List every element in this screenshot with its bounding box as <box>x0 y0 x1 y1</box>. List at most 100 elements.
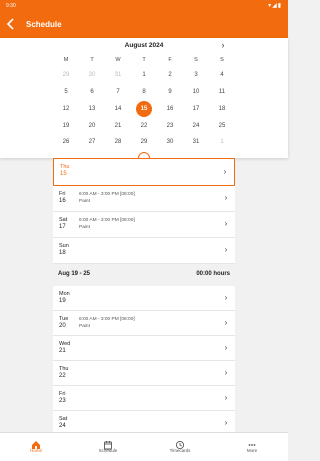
nav-item-label: Timecards <box>169 448 191 453</box>
weekday-header: T <box>90 57 94 63</box>
day-row[interactable]: Thu 22 › <box>53 361 235 386</box>
bottom-navigation: Home Schedule Timecards More <box>0 432 288 461</box>
day-row[interactable]: Fri 23 › <box>53 386 235 411</box>
calendar-day[interactable]: 27 <box>84 134 100 150</box>
week-header: Aug 19 - 25 00:00 hours <box>53 266 235 282</box>
day-number: 22 <box>59 373 66 379</box>
calendar-day[interactable]: 2 <box>162 67 178 83</box>
day-row[interactable]: Fri 16 6:00 AM - 3:00 PM [08:00] Paint › <box>53 186 235 212</box>
calendar-day[interactable]: 1 <box>214 134 230 150</box>
day-row[interactable]: Tue 20 6:00 AM - 3:00 PM [08:00] Paint › <box>53 311 235 336</box>
calendar-day[interactable]: 30 <box>162 134 178 150</box>
day-name: Sat <box>59 217 68 223</box>
clock-icon <box>175 437 185 450</box>
calendar-icon <box>103 437 113 450</box>
calendar-day-selected[interactable]: 15 <box>136 101 152 117</box>
calendar-day[interactable]: 12 <box>58 101 74 117</box>
day-row[interactable]: Sat 17 6:00 AM - 3:00 PM [08:00] Paint › <box>53 212 235 238</box>
day-name: Sat <box>59 416 68 422</box>
chevron-right-icon: › <box>224 245 228 254</box>
nav-item-label: Schedule <box>98 448 118 453</box>
chevron-right-icon: › <box>224 193 228 202</box>
month-calendar: August 2024 › M T W T F S S 29 30 31 1 2 3 4 5 6 7 8 9 10 11… <box>0 38 288 158</box>
shift-time: 6:00 AM - 3:00 PM [08:00] <box>79 317 135 322</box>
chevron-right-icon: › <box>224 342 228 352</box>
weekday-header: S <box>194 57 198 63</box>
day-name: Wed <box>59 341 71 347</box>
shift-task: Paint <box>79 199 90 204</box>
day-name: Sun <box>59 243 69 249</box>
day-number: 24 <box>59 423 66 429</box>
day-row-today[interactable]: Thu 15 › <box>53 158 235 186</box>
calendar-day[interactable]: 24 <box>188 118 204 134</box>
calendar-day[interactable]: 29 <box>136 134 152 150</box>
calendar-day[interactable]: 31 <box>110 67 126 83</box>
shift-time: 6:00 AM - 3:00 PM [08:00] <box>79 218 135 223</box>
day-row[interactable]: Wed 21 › <box>53 336 235 361</box>
calendar-day[interactable]: 1 <box>136 67 152 83</box>
calendar-day[interactable]: 30 <box>84 67 100 83</box>
chevron-right-icon: › <box>224 292 228 302</box>
calendar-day[interactable]: 26 <box>58 134 74 150</box>
status-time: 9:30 <box>6 3 16 9</box>
week-range: Aug 19 - 25 <box>58 271 91 277</box>
calendar-day[interactable]: 25 <box>214 118 230 134</box>
calendar-day[interactable]: 28 <box>110 134 126 150</box>
day-number: 18 <box>59 250 66 256</box>
calendar-day[interactable]: 20 <box>84 118 100 134</box>
calendar-day[interactable]: 4 <box>214 67 230 83</box>
home-icon <box>31 437 41 449</box>
calendar-day[interactable]: 16 <box>162 101 178 117</box>
weekday-header: M <box>63 57 69 63</box>
day-number: 17 <box>59 224 66 230</box>
weekday-header: S <box>220 57 224 63</box>
chevron-right-icon: › <box>224 367 228 377</box>
calendar-day[interactable]: 29 <box>58 67 74 83</box>
calendar-day[interactable]: 17 <box>188 101 204 117</box>
calendar-day[interactable]: 22 <box>136 118 152 134</box>
calendar-day[interactable]: 10 <box>188 84 204 100</box>
day-number: 15 <box>60 171 67 177</box>
calendar-day[interactable]: 8 <box>136 84 152 100</box>
page-title: Schedule <box>26 20 62 29</box>
day-name: Mon <box>59 291 70 297</box>
calendar-day[interactable]: 14 <box>110 101 126 117</box>
day-name: Fri <box>59 191 66 197</box>
day-number: 16 <box>59 198 66 204</box>
more-dots-icon <box>247 437 257 447</box>
calendar-day[interactable]: 18 <box>214 101 230 117</box>
chevron-right-icon: › <box>224 392 228 402</box>
nav-item-home[interactable]: Home <box>0 433 72 461</box>
chevron-right-icon: › <box>224 417 228 427</box>
calendar-day[interactable]: 5 <box>58 84 74 100</box>
calendar-day[interactable]: 3 <box>188 67 204 83</box>
calendar-day[interactable]: 23 <box>162 118 178 134</box>
calendar-day[interactable]: 21 <box>110 118 126 134</box>
day-name: Tue <box>59 316 69 322</box>
nav-item-label: More <box>246 448 258 453</box>
day-number: 19 <box>59 298 66 304</box>
app-bar: Schedule <box>0 12 288 38</box>
calendar-day[interactable]: 9 <box>162 84 178 100</box>
back-arrow-icon[interactable] <box>4 16 18 32</box>
nav-item-schedule[interactable]: Schedule <box>72 433 144 461</box>
status-bar: 9:30 ▾◢▮ <box>0 0 288 12</box>
chevron-right-icon: › <box>223 167 227 176</box>
chevron-right-icon: › <box>224 219 228 228</box>
calendar-day[interactable]: 7 <box>110 84 126 100</box>
calendar-day[interactable]: 31 <box>188 134 204 150</box>
day-row[interactable]: Sun 18 › <box>53 238 235 264</box>
calendar-day[interactable]: 13 <box>84 101 100 117</box>
calendar-day[interactable]: 19 <box>58 118 74 134</box>
day-row[interactable]: Mon 19 › <box>53 286 235 311</box>
shift-task: Paint <box>79 225 90 230</box>
calendar-day[interactable]: 6 <box>84 84 100 100</box>
calendar-month-label: August 2024 <box>124 42 164 49</box>
day-name: Thu <box>59 366 69 372</box>
next-month-chevron-icon[interactable]: › <box>218 39 228 51</box>
nav-item-timecards[interactable]: Timecards <box>144 433 216 461</box>
calendar-day[interactable]: 11 <box>214 84 230 100</box>
shift-task: Paint <box>79 324 90 329</box>
nav-item-more[interactable]: More <box>216 433 288 461</box>
nav-item-label: Home <box>29 448 42 453</box>
